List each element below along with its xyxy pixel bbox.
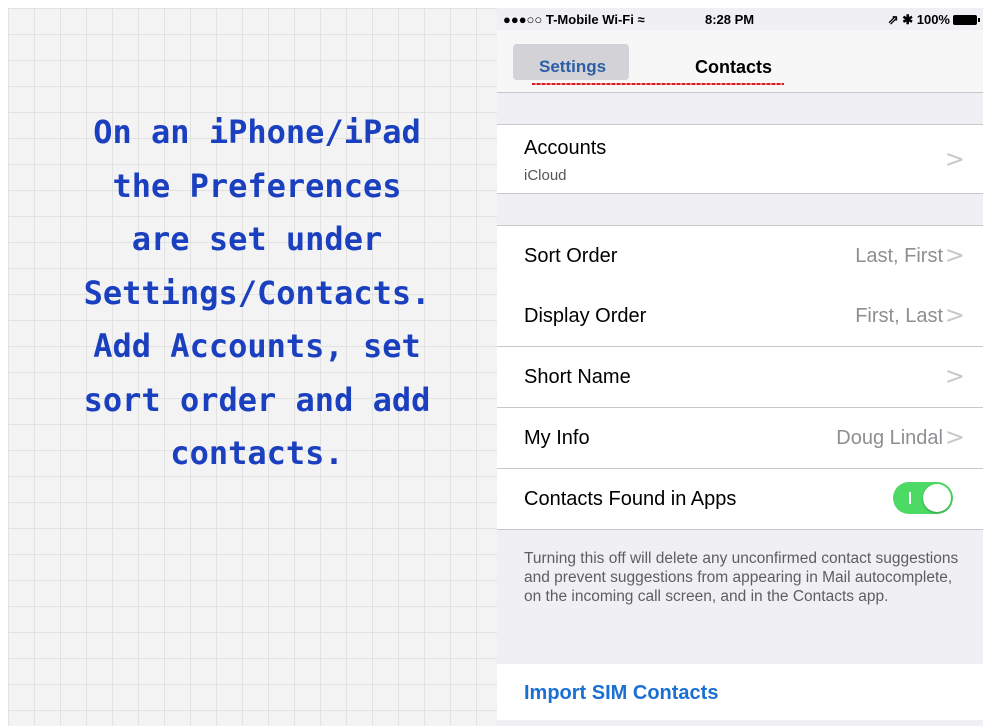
carrier-text: ●●●○○ T-Mobile Wi-Fi	[503, 12, 634, 27]
import-label: Import SIM Contacts	[524, 682, 719, 704]
battery-icon	[953, 15, 980, 25]
battery-label: ⇗ ✱ 100%	[887, 12, 950, 27]
caption-line: are set under	[131, 220, 383, 258]
chevron-right-icon: >	[944, 145, 965, 173]
phone-screenshot: ●●●○○ T-Mobile Wi-Fi ≈ 8:28 PM ⇗ ✱ 100% …	[497, 8, 983, 726]
toggle-on-indicator	[909, 492, 911, 504]
row-value: Last, First	[855, 245, 943, 267]
accounts-label: Accounts	[524, 137, 607, 159]
row-label: Short Name	[524, 366, 631, 388]
sort-order-cell[interactable]: Sort Order Last, First >	[497, 225, 983, 287]
toggle-knob	[923, 484, 951, 512]
status-right: ⇗ ✱ 100%	[887, 12, 980, 28]
display-order-cell[interactable]: Display Order First, Last >	[497, 286, 983, 347]
row-label: My Info	[524, 427, 590, 449]
footnote-text: Turning this off will delete any unconfi…	[524, 550, 959, 605]
import-sim-contacts-button[interactable]: Import SIM Contacts	[497, 664, 983, 720]
chevron-right-icon: >	[944, 362, 965, 390]
short-name-cell[interactable]: Short Name >	[497, 347, 983, 408]
settings-back-button[interactable]: Settings	[513, 44, 629, 80]
page-title: Contacts	[695, 57, 773, 77]
spellcheck-underline	[532, 83, 784, 85]
row-label: Sort Order	[524, 245, 618, 267]
chevron-right-icon: >	[944, 301, 965, 329]
row-label: Contacts Found in Apps	[524, 488, 737, 510]
status-time: 8:28 PM	[705, 12, 755, 27]
caption-line: Settings/Contacts.	[83, 273, 431, 312]
slide-caption: On an iPhone/iPad the Preferences are se…	[26, 106, 488, 481]
wifi-icon: ≈	[637, 12, 645, 27]
status-bar: ●●●○○ T-Mobile Wi-Fi ≈ 8:28 PM ⇗ ✱ 100%	[497, 8, 983, 30]
caption-line: Add Accounts, set	[93, 327, 421, 365]
contacts-found-cell: Contacts Found in Apps	[497, 469, 983, 530]
caption-line: On an iPhone/iPad	[93, 113, 421, 151]
my-info-cell[interactable]: My Info Doug Lindal >	[497, 408, 983, 469]
back-button-label: Settings	[539, 57, 607, 76]
accounts-cell[interactable]: Accounts iCloud >	[497, 124, 983, 194]
caption-line: contacts.	[170, 434, 344, 472]
chevron-right-icon: >	[944, 423, 965, 451]
chevron-right-icon: >	[944, 241, 965, 269]
carrier-label: ●●●○○ T-Mobile Wi-Fi ≈	[503, 12, 645, 27]
caption-line: sort order and add	[83, 380, 431, 419]
row-value: First, Last	[855, 305, 943, 327]
caption-line: the Preferences	[112, 166, 402, 205]
row-label: Display Order	[524, 305, 647, 327]
contacts-found-toggle[interactable]	[893, 482, 953, 514]
navigation-bar: Settings Contacts	[497, 30, 983, 93]
row-value: Doug Lindal	[836, 427, 943, 449]
accounts-subtitle: iCloud	[524, 167, 567, 184]
